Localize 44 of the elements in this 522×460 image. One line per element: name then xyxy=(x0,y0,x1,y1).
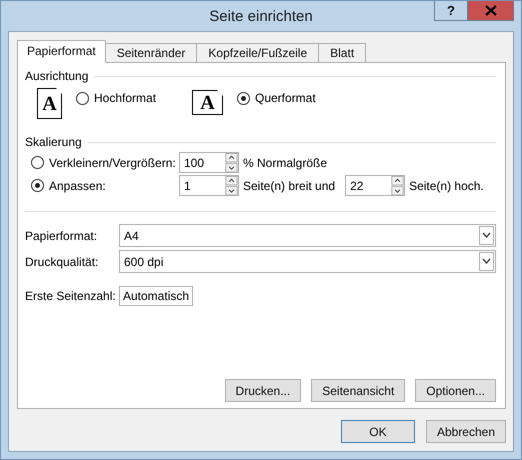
spin-up-icon[interactable] xyxy=(391,176,404,186)
field-suffix: Seite(n) breit und xyxy=(243,178,336,192)
spin-field[interactable]: 100 xyxy=(179,152,239,173)
input-field[interactable]: Automatisch xyxy=(119,286,193,306)
radio-label[interactable]: Hochformat xyxy=(94,91,156,105)
close-button[interactable] xyxy=(468,1,514,21)
field-label: Erste Seitenzahl: xyxy=(25,289,117,303)
spin-down-icon[interactable] xyxy=(225,162,238,172)
landscape-page-icon: A xyxy=(192,90,223,115)
spin-field[interactable]: 1 xyxy=(179,175,239,196)
close-icon xyxy=(484,5,496,16)
field-label: Papierformat: xyxy=(25,228,98,242)
dialog-button[interactable]: OK xyxy=(340,420,415,443)
spin-down-icon[interactable] xyxy=(225,186,238,195)
radio-button[interactable] xyxy=(237,92,250,104)
panel-button[interactable]: Optionen... xyxy=(415,379,496,402)
dropdown[interactable]: A4 xyxy=(119,224,496,247)
radio-label[interactable]: Verkleinern/Vergrößern: xyxy=(49,156,176,170)
tab[interactable]: Kopfzeile/Fußzeile xyxy=(196,43,320,62)
field-suffix: Seite(n) hoch. xyxy=(409,178,484,192)
radio-label[interactable]: Anpassen: xyxy=(49,178,106,192)
panel-button[interactable]: Drucken... xyxy=(224,379,302,402)
help-button[interactable]: ? xyxy=(434,1,468,21)
field-label: Druckqualität: xyxy=(25,254,100,268)
spin-up-icon[interactable] xyxy=(225,153,238,162)
radio-button[interactable] xyxy=(31,179,44,192)
field-suffix: % Normalgröße xyxy=(243,156,328,170)
radio-label[interactable]: Querformat xyxy=(255,91,316,105)
spin-up-icon[interactable] xyxy=(225,176,238,186)
dialog-button[interactable]: Abbrechen xyxy=(426,420,506,443)
radio-button[interactable] xyxy=(31,156,44,169)
group-heading: Skalierung xyxy=(25,135,82,149)
dropdown[interactable]: 600 dpi xyxy=(119,250,496,273)
window-title: Seite einrichten xyxy=(209,8,313,24)
tab[interactable]: Blatt xyxy=(318,43,366,62)
chevron-down-icon[interactable] xyxy=(479,252,494,271)
tab[interactable]: Papierformat xyxy=(17,40,106,63)
spin-down-icon[interactable] xyxy=(391,186,404,195)
portrait-page-icon: A xyxy=(37,88,62,119)
spin-field[interactable]: 22 xyxy=(345,175,406,196)
radio-button[interactable] xyxy=(76,92,89,104)
panel-button[interactable]: Seitenansicht xyxy=(311,379,406,402)
group-heading: Ausrichtung xyxy=(25,69,88,83)
chevron-down-icon[interactable] xyxy=(479,226,494,245)
